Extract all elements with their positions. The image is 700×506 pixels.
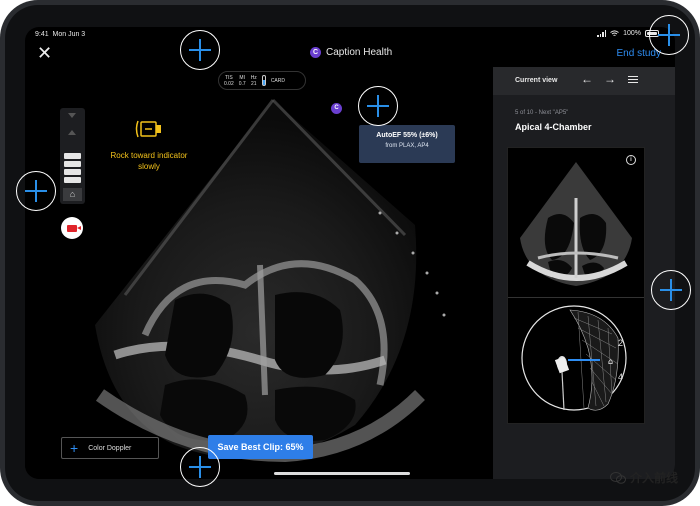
tablet-frame: 9:41 Mon Jun 3 100% ✕ C Caption Health E… bbox=[0, 0, 700, 506]
diagram-label-bottom: 4 bbox=[618, 372, 623, 382]
home-icon[interactable]: ⌂ bbox=[63, 188, 82, 201]
acoustic-metrics: TIS 0.02 MI 0.7 Hz 21 CARD bbox=[218, 71, 306, 90]
reference-echo-image bbox=[520, 162, 632, 286]
probe-position-diagram: 2 4 ⌂ bbox=[521, 305, 627, 411]
depth-decrease-icon[interactable] bbox=[68, 113, 76, 118]
crosshair-marker bbox=[16, 171, 56, 211]
close-button[interactable]: ✕ bbox=[37, 44, 52, 62]
watermark: 介入前线 bbox=[609, 469, 678, 486]
home-indicator[interactable] bbox=[274, 472, 410, 475]
depth-level-bars bbox=[64, 153, 81, 183]
watermark-text: 介入前线 bbox=[629, 471, 678, 485]
ultrasound-view[interactable]: ⌂ Rock toward indicator slowly C AutoEF … bbox=[25, 95, 493, 479]
probe-rock-icon bbox=[135, 120, 161, 138]
crosshair-marker bbox=[649, 15, 689, 55]
info-icon[interactable]: i bbox=[626, 155, 636, 165]
close-icon: ✕ bbox=[37, 43, 53, 63]
record-button[interactable] bbox=[61, 217, 83, 239]
current-view-label: Current view bbox=[515, 77, 558, 84]
status-time: 9:41 Mon Jun 3 bbox=[35, 31, 86, 38]
view-list-icon[interactable] bbox=[628, 76, 638, 85]
step-progress: 5 of 10 - Next "AP5" bbox=[515, 110, 569, 116]
brand-name: Caption Health bbox=[326, 47, 393, 58]
preset-label: CARD bbox=[270, 77, 285, 84]
crosshair-marker bbox=[651, 270, 691, 310]
thermometer-icon bbox=[261, 75, 266, 86]
signal-icon bbox=[597, 30, 607, 37]
battery-percent: 100% bbox=[623, 30, 641, 37]
metric-mi: MI 0.7 bbox=[238, 74, 246, 87]
view-panel: Current view ← → 5 of 10 - Next "AP5" Ap… bbox=[493, 67, 675, 479]
diagram-label-top: 2 bbox=[618, 338, 623, 348]
metric-tis: TIS 0.02 bbox=[224, 74, 234, 87]
crosshair-marker bbox=[180, 447, 220, 487]
metric-hz: Hz 21 bbox=[250, 74, 257, 87]
end-study-button[interactable]: End study bbox=[617, 48, 661, 59]
guidance-text: Rock toward indicator slowly bbox=[110, 151, 188, 171]
wifi-icon bbox=[610, 30, 619, 36]
depth-increase-icon[interactable] bbox=[68, 130, 76, 135]
crosshair-marker bbox=[180, 30, 220, 70]
color-doppler-label: Color Doppler bbox=[88, 444, 132, 452]
autoef-value: AutoEF 55% (±6%) bbox=[376, 132, 438, 139]
panel-toolbar: Current view ← → bbox=[493, 67, 675, 95]
reference-view-card: i 2 4 ⌂ bbox=[507, 147, 645, 424]
view-name: Apical 4-Chamber bbox=[515, 122, 592, 132]
brand: C Caption Health bbox=[310, 47, 392, 58]
previous-view-arrow-icon[interactable]: ← bbox=[581, 72, 593, 86]
save-best-clip-button[interactable]: Save Best Clip: 65% bbox=[208, 435, 313, 459]
diagram-home-icon: ⌂ bbox=[608, 357, 613, 366]
video-camera-icon bbox=[67, 224, 81, 232]
next-view-arrow-icon[interactable]: → bbox=[604, 72, 616, 86]
app-screen: 9:41 Mon Jun 3 100% ✕ C Caption Health E… bbox=[25, 27, 675, 479]
caption-logo-icon: C bbox=[310, 47, 321, 58]
depth-slider[interactable]: ⌂ bbox=[60, 108, 85, 204]
color-doppler-button[interactable]: + Color Doppler bbox=[61, 437, 159, 459]
autoef-source: from PLAX, AP4 bbox=[385, 143, 429, 149]
crosshair-marker bbox=[358, 86, 398, 126]
plus-icon: + bbox=[70, 440, 79, 456]
app-header: ✕ C Caption Health End study bbox=[25, 41, 675, 67]
chat-bubble-icon bbox=[609, 471, 626, 484]
autoef-result: AutoEF 55% (±6%) from PLAX, AP4 bbox=[359, 125, 455, 163]
caption-badge-icon: C bbox=[331, 103, 342, 114]
